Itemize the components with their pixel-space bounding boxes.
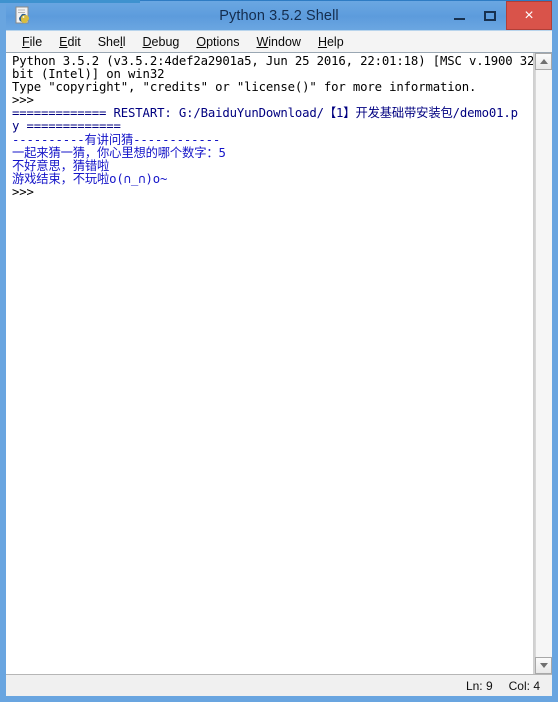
shell-line: 不好意思，猜错啦 (12, 158, 110, 173)
menu-item-file[interactable]: File (14, 34, 51, 50)
close-icon: × (524, 6, 534, 24)
statusbar: Ln: 9 Col: 4 (6, 674, 552, 696)
menu-item-shell[interactable]: Shell (90, 34, 135, 50)
status-column-number: Col: 4 (508, 678, 540, 693)
vertical-scrollbar[interactable] (534, 53, 552, 674)
scroll-up-arrow-icon (539, 59, 548, 64)
menu-item-debug[interactable]: Debug (135, 34, 189, 50)
window-titlebar[interactable]: Python 3.5.2 Shell × (0, 0, 552, 30)
close-button[interactable]: × (506, 1, 552, 30)
minimize-icon (453, 18, 465, 20)
shell-line: ----------有讲问猜------------ (12, 132, 221, 147)
menubar: File Edit Shell Debug Options Window Hel… (6, 30, 552, 52)
window-controls: × (444, 1, 552, 30)
shell-line: 一起来猜一猜，你心里想的哪个数字：5 (12, 145, 226, 160)
status-line-number: Ln: 9 (465, 678, 493, 693)
titlebar-top-strip (0, 0, 140, 3)
scroll-down-button[interactable] (535, 657, 552, 674)
shell-text-output[interactable]: Python 3.5.2 (v3.5.2:4def2a2901a5, Jun 2… (6, 53, 534, 674)
menu-item-window[interactable]: Window (248, 34, 309, 50)
shell-line: y ============= (12, 119, 121, 134)
shell-line: >>> (12, 184, 34, 199)
menu-item-options[interactable]: Options (188, 34, 248, 50)
shell-line: Type "copyright", "credits" or "license(… (12, 80, 477, 95)
idle-shell-window: Python 3.5.2 Shell × File Edit Shell Deb… (0, 0, 558, 702)
shell-content-area: Python 3.5.2 (v3.5.2:4def2a2901a5, Jun 2… (6, 52, 552, 674)
scrollbar-track[interactable] (535, 70, 552, 657)
minimize-button[interactable] (444, 1, 474, 30)
maximize-button[interactable] (474, 1, 506, 30)
menu-item-help[interactable]: Help (310, 34, 353, 50)
maximize-icon (484, 10, 496, 21)
menu-item-edit[interactable]: Edit (51, 34, 90, 50)
shell-line: 游戏结束，不玩啦o(∩_∩)o~ (12, 171, 168, 186)
scroll-up-button[interactable] (535, 53, 552, 70)
scroll-down-arrow-icon (539, 663, 548, 668)
